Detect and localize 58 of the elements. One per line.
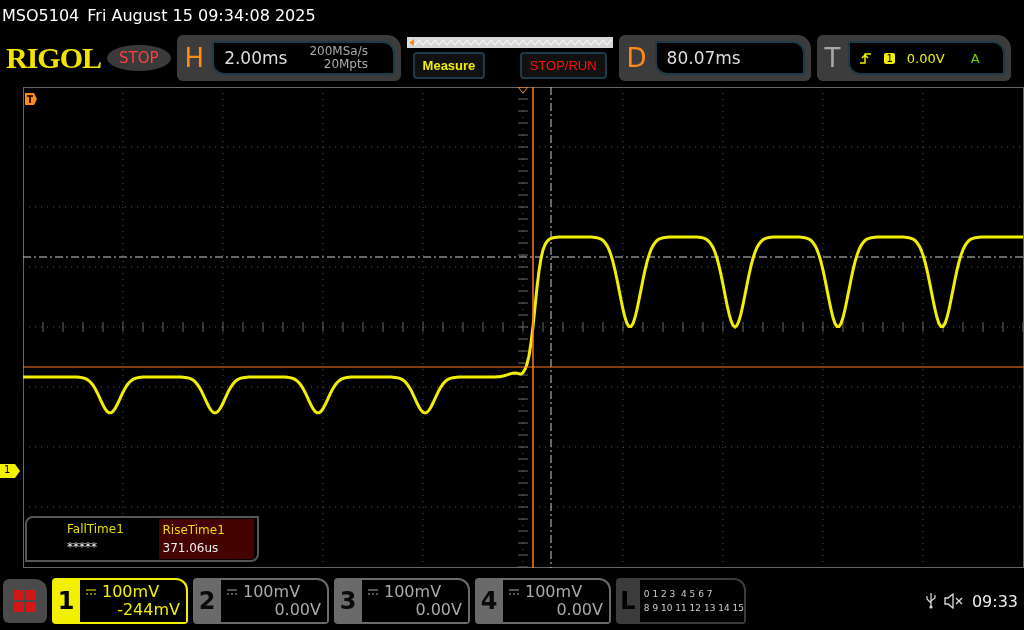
channel-scale: 100mV xyxy=(384,583,442,601)
dc-coupling-icon xyxy=(509,589,519,595)
channel-offset: 0.00V xyxy=(556,601,603,619)
sample-rate: 200MSa/s xyxy=(309,45,368,58)
usb-icon xyxy=(925,593,936,609)
menu-button[interactable] xyxy=(3,579,47,623)
trigger-panel[interactable]: T 1 0.00V A xyxy=(816,35,1011,81)
dc-coupling-icon xyxy=(368,589,378,595)
channel-number: 1 xyxy=(56,587,76,615)
channel-number: 4 xyxy=(479,587,499,615)
logo: RIGOL xyxy=(6,41,102,75)
measurement-item[interactable]: RiseTime1 371.06us xyxy=(158,519,254,559)
channel-scale: 100mV xyxy=(525,583,583,601)
channel-offset: -244mV xyxy=(117,601,180,619)
channel-panel[interactable]: 3 100mV 0.00V xyxy=(334,578,470,624)
channel-ground-marker[interactable]: 1 xyxy=(0,464,20,478)
stop-run-button[interactable]: STOP/RUN xyxy=(519,52,607,79)
measure-button[interactable]: Measure xyxy=(412,52,486,79)
trigger-level: 0.00V xyxy=(906,50,945,66)
channel-panel[interactable]: 4 100mV 0.00V xyxy=(475,578,611,624)
trigger-mode: A xyxy=(970,50,980,66)
channel-offset: 0.00V xyxy=(274,601,321,619)
horizontal-panel[interactable]: H 2.00ms 200MSa/s 20Mpts xyxy=(176,35,401,81)
logic-label: L xyxy=(619,587,637,615)
measurement-value: 371.06us xyxy=(162,541,220,555)
channel-panel[interactable]: 1 100mV -244mV xyxy=(52,578,188,624)
channel-number: 3 xyxy=(338,587,358,615)
logic-channels: 0 1 2 3 4 5 6 7 xyxy=(643,588,714,601)
channel-scale: 100mV xyxy=(243,583,301,601)
date-time: Fri August 15 09:34:08 2025 xyxy=(87,5,316,25)
channel-number: 2 xyxy=(197,587,217,615)
dc-coupling-icon xyxy=(86,589,96,595)
speaker-muted-icon[interactable] xyxy=(943,593,964,609)
dc-coupling-icon xyxy=(227,589,237,595)
timebase-value: 2.00ms xyxy=(224,48,288,68)
memory-depth: 20Mpts xyxy=(323,58,368,71)
horizontal-label: H xyxy=(184,43,205,73)
measurement-value: ***** xyxy=(67,540,98,554)
rising-edge-icon xyxy=(860,52,873,64)
delay-value: 80.07ms xyxy=(666,48,741,68)
channel-panel[interactable]: 2 100mV 0.00V xyxy=(193,578,329,624)
delay-label: D xyxy=(626,43,647,73)
vertical-cursor[interactable] xyxy=(532,87,534,568)
channel-scale: 100mV xyxy=(102,583,160,601)
run-state-badge: STOP xyxy=(107,45,171,71)
logic-channels: 8 9 10 11 12 13 14 15 xyxy=(643,602,744,615)
channel-offset: 0.00V xyxy=(415,601,462,619)
measurement-item[interactable]: FallTime1 ***** xyxy=(27,518,159,560)
delay-panel[interactable]: D 80.07ms xyxy=(618,35,811,81)
model-name: MSO5104 xyxy=(2,5,80,25)
trigger-source: 1 xyxy=(884,52,895,64)
trigger-label: T xyxy=(824,43,841,73)
measurement-name: FallTime1 xyxy=(67,522,125,536)
trigger-position-marker xyxy=(517,87,529,94)
trigger-marker-icon xyxy=(25,93,37,105)
clock: 09:33 xyxy=(971,591,1018,611)
grid-icon xyxy=(14,590,36,612)
measurement-name: RiseTime1 xyxy=(162,523,226,537)
